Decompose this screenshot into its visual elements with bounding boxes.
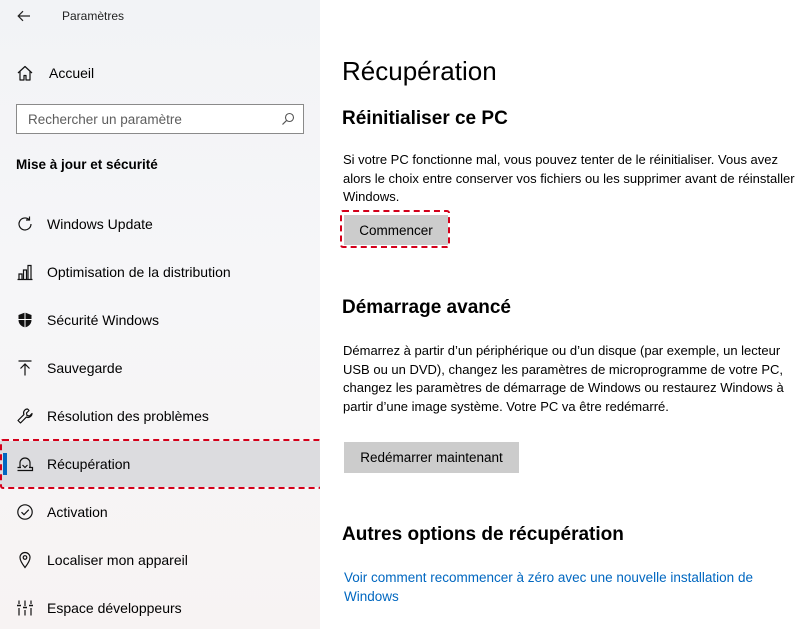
- refresh-icon: [18, 216, 32, 231]
- back-button[interactable]: [12, 6, 36, 26]
- sidebar-item-label: Activation: [47, 504, 108, 520]
- sidebar-item-backup[interactable]: Sauvegarde: [0, 345, 320, 391]
- main-content: Récupération Réinitialiser ce PC Si votr…: [320, 0, 798, 629]
- sidebar-item-label: Espace développeurs: [47, 600, 182, 616]
- reset-pc-description: Si votre PC fonctionne mal, vous pouvez …: [343, 152, 795, 205]
- sidebar-item-label: Récupération: [47, 456, 131, 472]
- sidebar-item-recovery[interactable]: Récupération: [0, 441, 320, 487]
- sidebar-item-troubleshoot[interactable]: Résolution des problèmes: [0, 393, 320, 439]
- page-title: Récupération: [342, 56, 497, 86]
- other-recovery-options-heading: Autres options de récupération: [342, 524, 624, 545]
- delivery-optimization-icon: [17, 264, 33, 281]
- reset-pc-heading: Réinitialiser ce PC: [342, 108, 508, 129]
- activation-check-icon: [17, 504, 33, 520]
- restart-now-button[interactable]: Redémarrer maintenant: [344, 442, 519, 473]
- search-icon[interactable]: [281, 112, 295, 126]
- back-arrow-icon: [17, 10, 30, 22]
- sidebar-item-windows-update[interactable]: Windows Update: [0, 201, 320, 247]
- sidebar-item-delivery-optimization[interactable]: Optimisation de la distribution: [0, 249, 320, 295]
- sidebar: Paramètres Accueil Mise à jour et sécuri…: [0, 0, 322, 629]
- app-title: Paramètres: [62, 9, 125, 23]
- search-input[interactable]: [17, 105, 275, 133]
- wrench-icon: [17, 408, 33, 424]
- start-reset-button[interactable]: Commencer: [344, 215, 448, 245]
- developer-tools-icon: [17, 600, 33, 616]
- sidebar-item-for-developers[interactable]: Espace développeurs: [0, 585, 320, 629]
- sidebar-item-activation[interactable]: Activation: [0, 489, 320, 535]
- advanced-startup-heading: Démarrage avancé: [342, 297, 511, 318]
- sidebar-item-windows-security[interactable]: Sécurité Windows: [0, 297, 320, 343]
- sidebar-item-home[interactable]: Accueil: [0, 56, 320, 90]
- advanced-startup-description: Démarrez à partir d’un périphérique ou d…: [343, 343, 784, 414]
- sidebar-item-label: Optimisation de la distribution: [47, 264, 231, 280]
- selected-indicator: [3, 453, 7, 475]
- fresh-start-link[interactable]: Voir comment recommencer à zéro avec une…: [344, 569, 784, 606]
- sidebar-item-label: Localiser mon appareil: [47, 552, 188, 568]
- search-box[interactable]: [16, 104, 304, 134]
- sidebar-item-find-my-device[interactable]: Localiser mon appareil: [0, 537, 320, 583]
- shield-icon: [18, 312, 32, 328]
- sidebar-item-label: Résolution des problèmes: [47, 408, 209, 424]
- home-label: Accueil: [49, 65, 95, 81]
- backup-arrow-icon: [18, 360, 32, 376]
- sidebar-item-label: Windows Update: [47, 216, 153, 232]
- recovery-icon: [17, 457, 34, 472]
- title-bar: Paramètres: [0, 0, 320, 32]
- sidebar-item-label: Sauvegarde: [47, 360, 123, 376]
- section-title: Mise à jour et sécurité: [16, 157, 158, 172]
- sidebar-item-label: Sécurité Windows: [47, 312, 160, 328]
- home-icon: [17, 65, 33, 81]
- find-device-icon: [19, 551, 31, 569]
